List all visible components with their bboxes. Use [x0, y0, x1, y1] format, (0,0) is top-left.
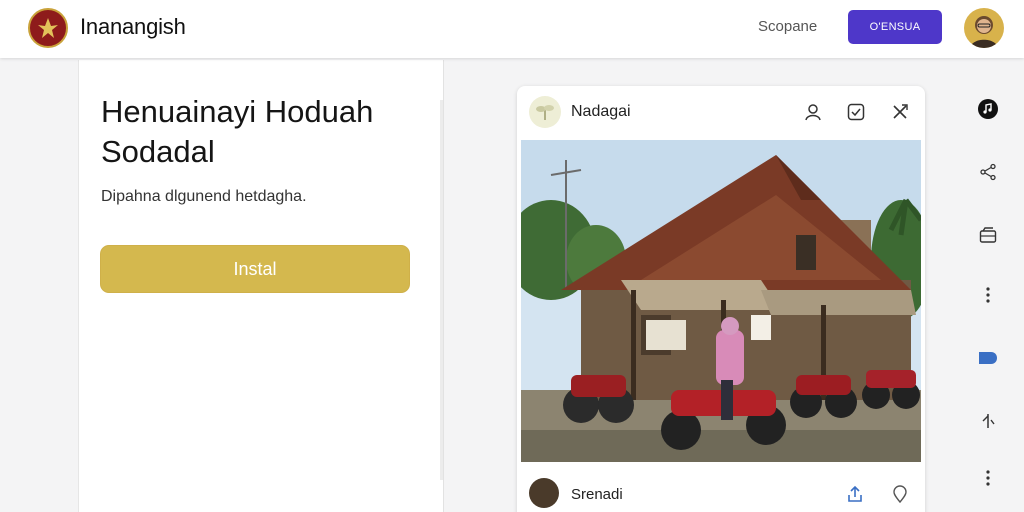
rotate-icon[interactable] — [976, 409, 1000, 433]
music-icon[interactable] — [976, 97, 1000, 121]
top-bar: Inanangish Scopane O'ENSUA — [0, 0, 1024, 58]
user-icon[interactable] — [801, 100, 825, 124]
scrollbar[interactable] — [440, 100, 443, 480]
more-vertical-icon[interactable] — [976, 466, 1000, 490]
commenter-name[interactable]: Srenadi — [571, 486, 623, 503]
post-author-avatar[interactable] — [529, 96, 561, 128]
install-panel: Henuainayi Hoduah Sodadal Dipahna dlgune… — [78, 60, 444, 512]
location-icon[interactable] — [888, 482, 912, 506]
inbox-icon[interactable] — [976, 223, 1000, 247]
panel-subtitle: Dipahna dlgunend hetdagha. — [101, 188, 307, 205]
emblem-icon — [38, 18, 58, 38]
install-button[interactable]: Instal — [100, 245, 410, 293]
panel-title: Henuainayi Hoduah Sodadal — [101, 94, 374, 169]
share-icon[interactable] — [843, 482, 867, 506]
post-card: Nadagai Srenadi — [517, 86, 925, 512]
app-title: Inanangish — [80, 14, 186, 39]
checkbox-icon[interactable] — [844, 100, 868, 124]
user-avatar[interactable] — [964, 8, 1004, 48]
scopane-link[interactable]: Scopane — [758, 18, 817, 35]
primary-action-button[interactable]: O'ENSUA — [848, 10, 942, 44]
plant-icon — [536, 105, 554, 120]
post-author-name[interactable]: Nadagai — [571, 103, 631, 121]
more-vertical-icon[interactable] — [976, 283, 1000, 307]
house-scene-image — [517, 140, 925, 462]
post-photo[interactable] — [517, 140, 925, 462]
commenter-avatar[interactable] — [529, 478, 559, 508]
share-icon[interactable] — [976, 160, 1000, 184]
tag-icon[interactable] — [976, 346, 1000, 370]
logo[interactable] — [28, 8, 68, 48]
close-icon[interactable] — [888, 100, 912, 124]
avatar-person-icon — [970, 16, 998, 48]
